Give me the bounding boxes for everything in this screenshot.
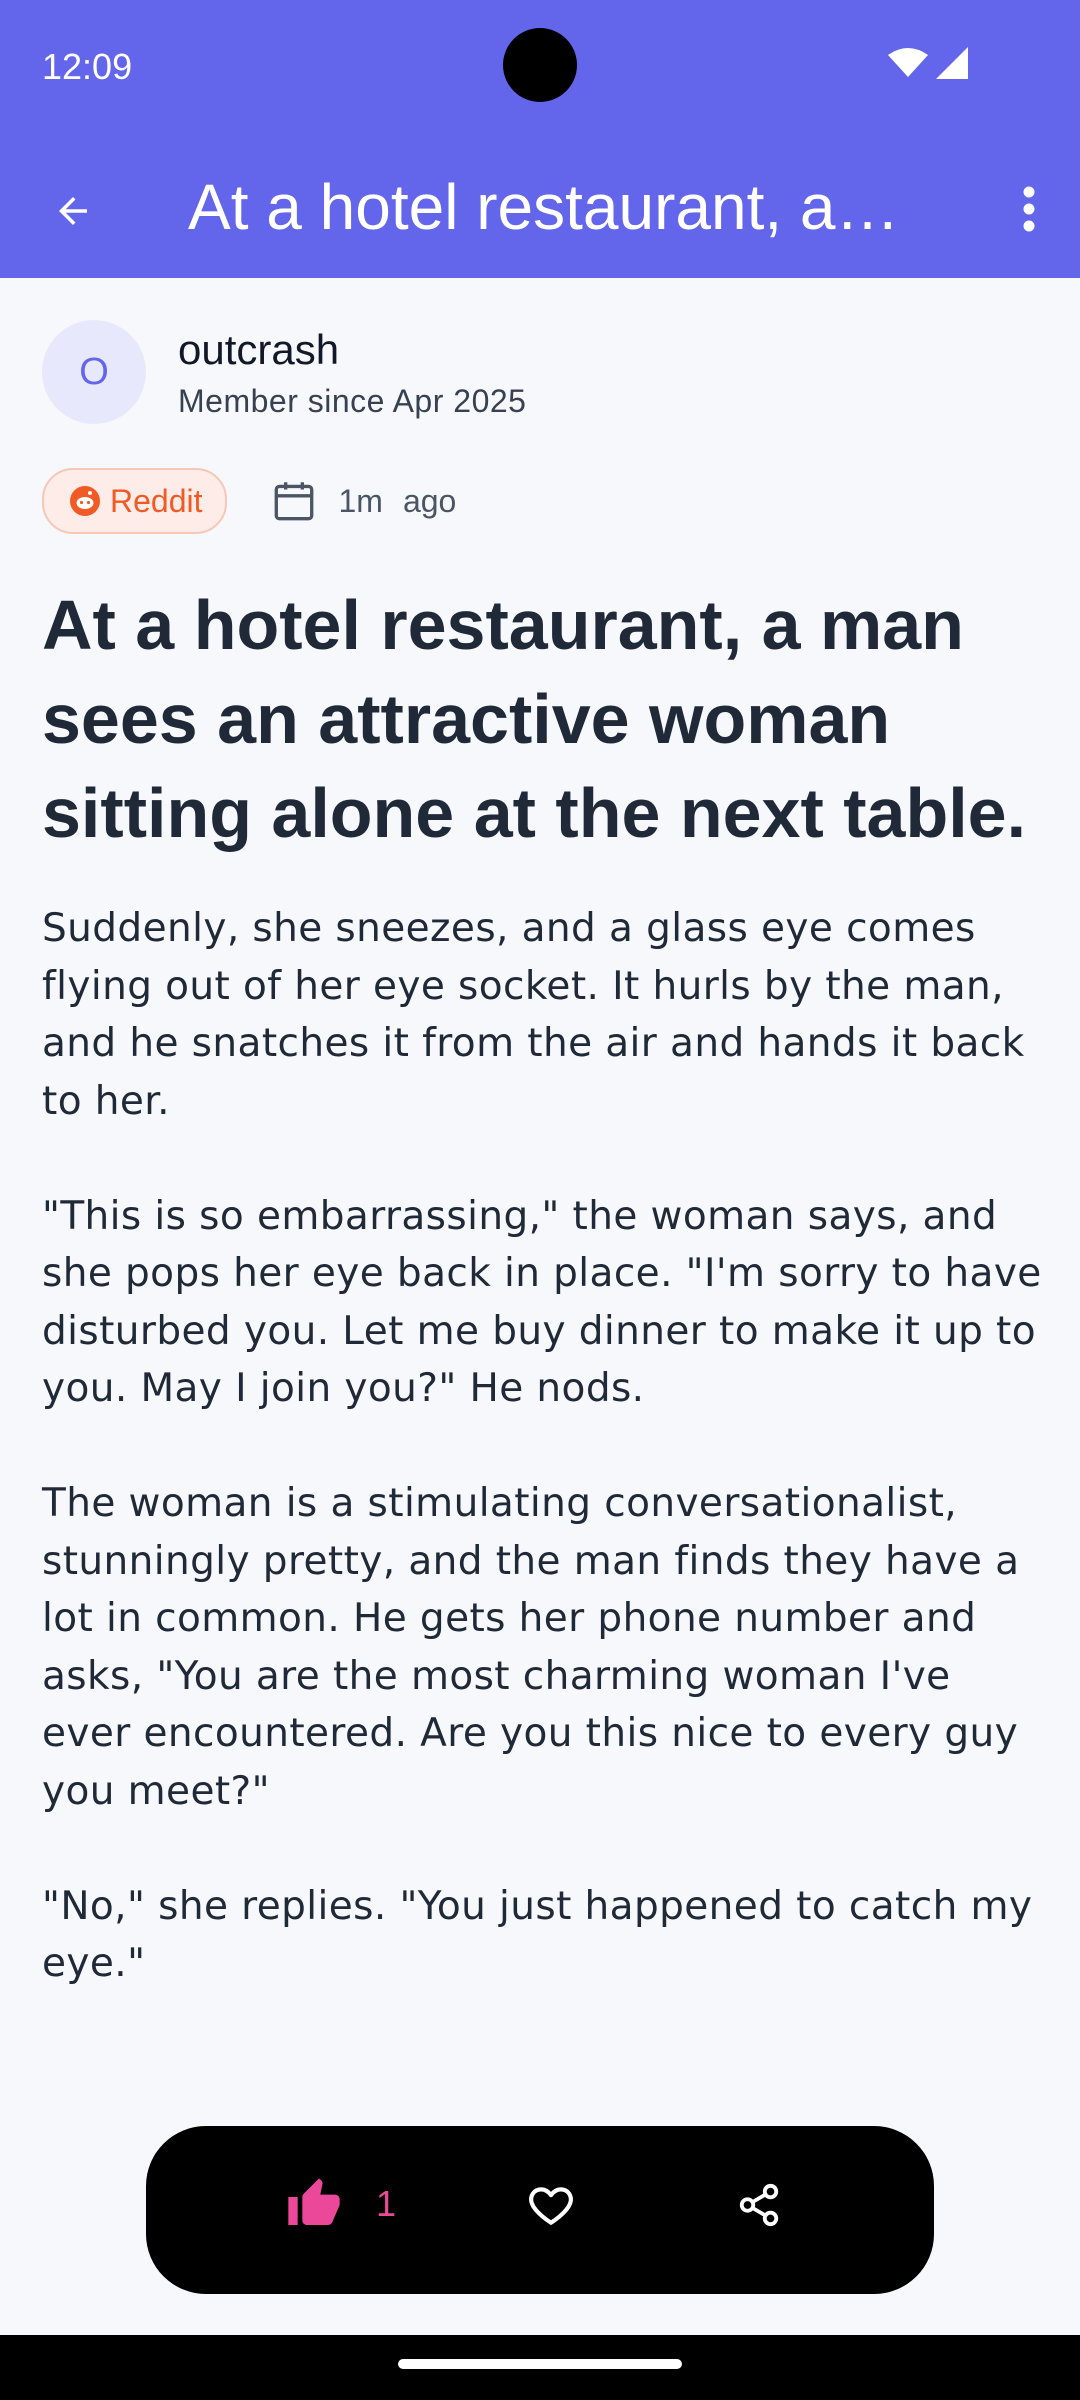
calendar-icon (274, 482, 313, 521)
post-meta: Reddit 1m ago (42, 468, 456, 534)
like-count: 1 (376, 2183, 397, 2224)
author-meta: outcrash Member since Apr 2025 (178, 325, 526, 420)
heart-icon (529, 2187, 573, 2225)
system-nav-bar (0, 2335, 1080, 2400)
like-button[interactable]: 1 (286, 2176, 396, 2232)
time-value: 1m (338, 482, 383, 519)
post-title: At a hotel restaurant, a man sees an att… (42, 586, 1027, 852)
status-bar: 12:09 (0, 0, 1080, 135)
post-paragraph: "No," she replies. "You just happened to… (42, 1883, 1033, 1987)
author-header[interactable]: O outcrash Member since Apr 2025 (42, 320, 526, 424)
avatar: O (42, 320, 146, 424)
post-paragraph: The woman is a stimulating conversationa… (42, 1481, 1020, 1814)
reddit-icon (70, 486, 100, 516)
action-bar: 1 (146, 2126, 934, 2294)
share-button[interactable] (736, 2182, 782, 2233)
post-body: Suddenly, she sneezes, and a glass eye c… (42, 900, 1052, 2050)
author-name: outcrash (178, 325, 340, 373)
time-suffix: ago (402, 482, 457, 519)
status-icons (888, 47, 968, 79)
source-chip[interactable]: Reddit (42, 468, 227, 534)
camera-cutout (503, 28, 577, 102)
source-label: Reddit (110, 482, 203, 519)
more-options-button[interactable] (996, 170, 1062, 248)
arrow-back-icon (59, 197, 87, 225)
thumb-up-icon (288, 2178, 340, 2225)
app-bar: At a hotel restaurant, a man sees an att… (0, 135, 1080, 278)
member-since: Member since Apr 2025 (178, 382, 527, 419)
post-paragraph: Suddenly, she sneezes, and a glass eye c… (42, 906, 1025, 1124)
post-time: 1m ago (269, 476, 457, 526)
post-paragraph: "This is so embarrassing," the woman say… (42, 1193, 1042, 1412)
favorite-button[interactable] (526, 2180, 576, 2235)
app-bar-title: At a hotel restaurant, a man sees an att… (188, 171, 908, 243)
home-indicator[interactable] (398, 2359, 682, 2369)
more-vert-icon (1023, 186, 1035, 232)
share-icon (739, 2183, 779, 2227)
wifi-icon (888, 48, 928, 77)
signal-icon (936, 47, 968, 79)
status-time: 12:09 (42, 46, 133, 87)
back-button[interactable] (34, 172, 112, 250)
